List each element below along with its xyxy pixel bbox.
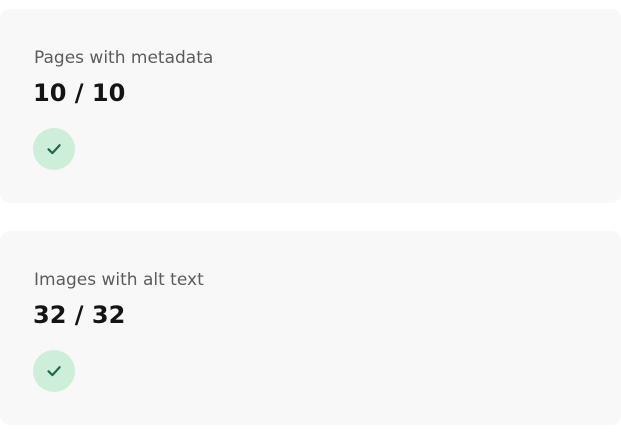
seo-summary-cards: Pages with metadata 10 / 10 Images with … bbox=[0, 0, 621, 436]
alt-text-card: Images with alt text 32 / 32 bbox=[0, 231, 621, 425]
metadata-count: 10 / 10 bbox=[33, 79, 126, 107]
alt-text-status-badge bbox=[33, 350, 75, 392]
metadata-card: Pages with metadata 10 / 10 bbox=[0, 9, 621, 203]
alt-text-label: Images with alt text bbox=[34, 270, 204, 290]
check-icon bbox=[47, 144, 61, 155]
check-icon bbox=[47, 366, 61, 377]
alt-text-count: 32 / 32 bbox=[33, 301, 126, 329]
metadata-label: Pages with metadata bbox=[34, 48, 214, 68]
metadata-status-badge bbox=[33, 128, 75, 170]
